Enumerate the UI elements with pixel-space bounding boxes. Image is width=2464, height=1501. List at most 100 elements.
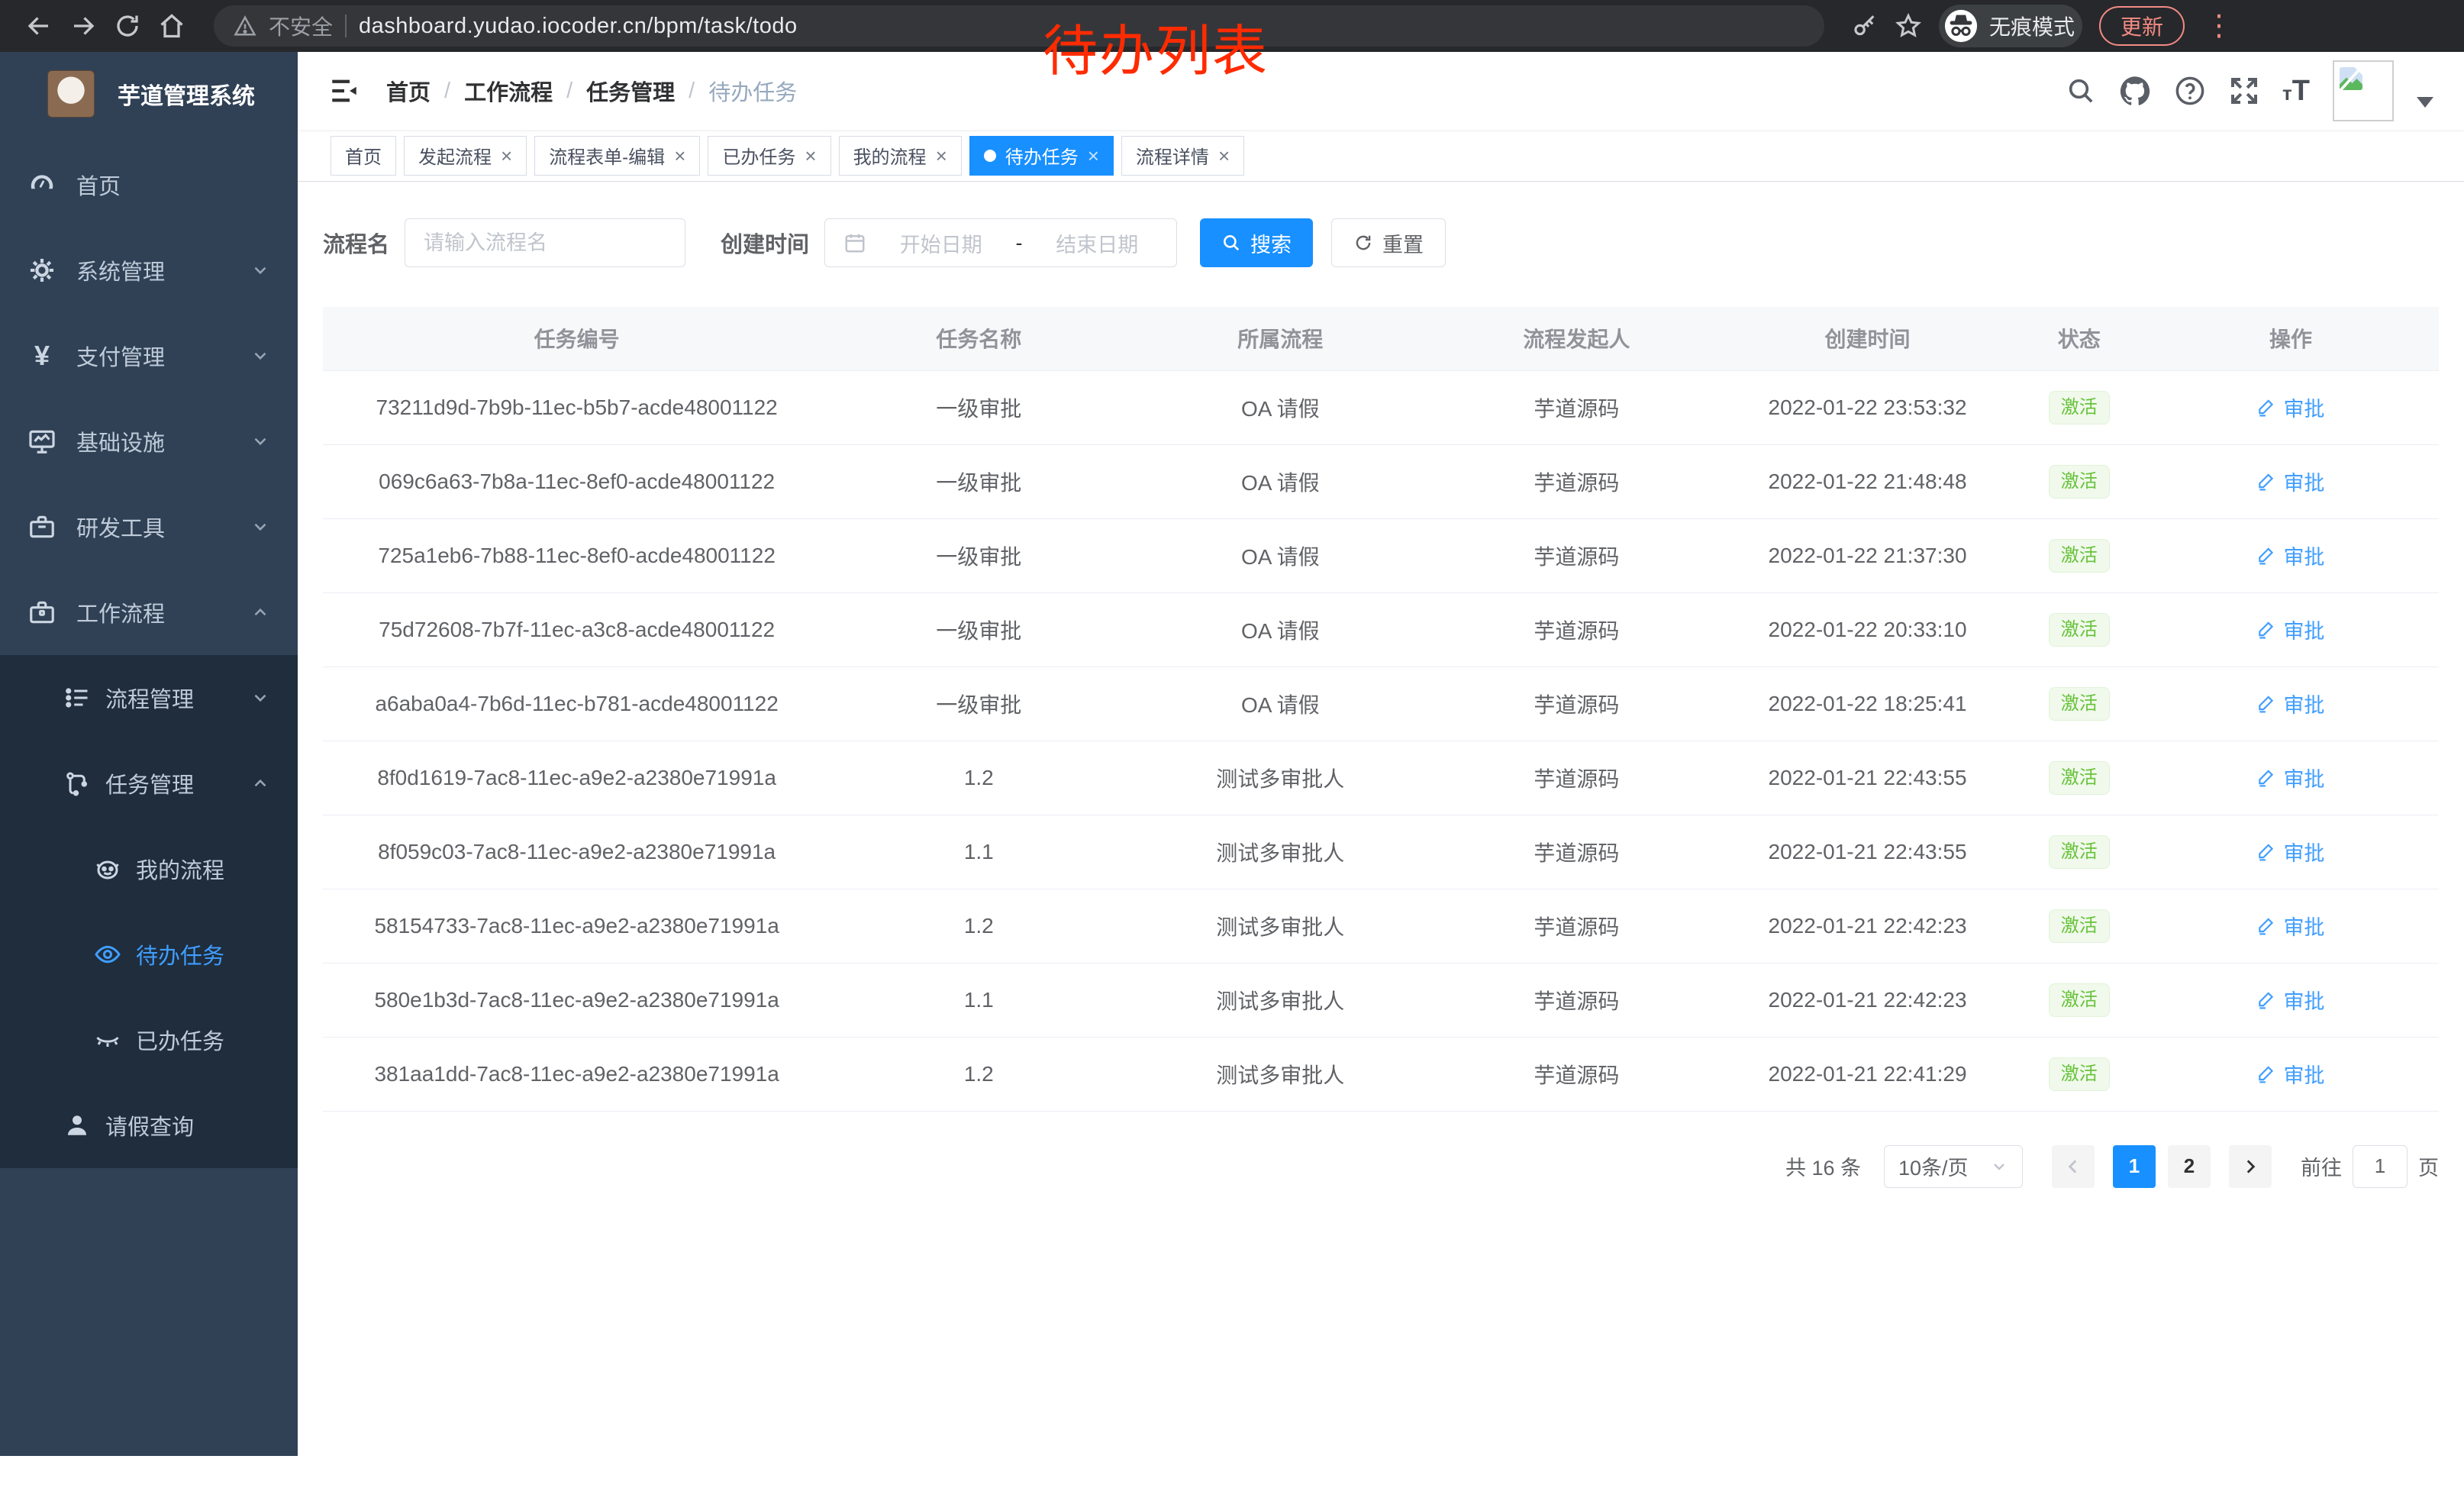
browser-home-icon[interactable] xyxy=(150,4,194,48)
sidebar-item-dev-tools[interactable]: 研发工具 xyxy=(0,484,298,570)
approve-link[interactable]: 审批 xyxy=(2256,615,2324,644)
table-row: 8f059c03-7ac8-11ec-a9e2-a2380e71991a 1.1… xyxy=(323,815,2439,889)
approve-link[interactable]: 审批 xyxy=(2256,1059,2324,1089)
approve-link[interactable]: 审批 xyxy=(2256,763,2324,792)
tab[interactable]: 我的流程 × xyxy=(839,136,962,176)
chevron-up-icon xyxy=(250,773,270,793)
edit-pencil-icon xyxy=(2256,471,2276,491)
tab-label: 已办任务 xyxy=(722,142,795,169)
tab[interactable]: 发起流程 × xyxy=(404,136,527,176)
fullscreen-icon[interactable] xyxy=(2229,76,2259,106)
sidebar-item-workflow[interactable]: 工作流程 xyxy=(0,570,298,655)
column-header: 操作 xyxy=(2143,307,2439,370)
browser-update-button[interactable]: 更新 xyxy=(2099,6,2185,46)
approve-link[interactable]: 审批 xyxy=(2256,837,2324,867)
approve-link[interactable]: 审批 xyxy=(2256,466,2324,496)
sidebar-item-infrastructure[interactable]: 基础设施 xyxy=(0,399,298,484)
cell-status: 激活 xyxy=(2016,963,2143,1037)
approve-link[interactable]: 审批 xyxy=(2256,985,2324,1015)
edit-pencil-icon xyxy=(2256,693,2276,713)
not-secure-warning-icon xyxy=(234,15,256,37)
browser-back-icon[interactable] xyxy=(17,4,61,48)
tab-close-icon[interactable]: × xyxy=(1218,146,1230,166)
sidebar-item-system[interactable]: 系统管理 xyxy=(0,228,298,313)
incognito-label: 无痕模式 xyxy=(1989,11,2075,41)
tab-close-icon[interactable]: × xyxy=(805,146,816,166)
cell-task-name: 一级审批 xyxy=(830,370,1127,444)
sidebar-collapse-icon[interactable] xyxy=(328,75,360,107)
help-icon[interactable] xyxy=(2174,75,2206,107)
tab-label: 流程表单-编辑 xyxy=(549,142,665,169)
cell-starter: 芋道源码 xyxy=(1434,592,1719,667)
github-icon[interactable] xyxy=(2119,75,2151,107)
browser-forward-icon[interactable] xyxy=(61,4,105,48)
sidebar-item-task-mgmt[interactable]: 任务管理 xyxy=(0,741,298,826)
sidebar-item-label: 已办任务 xyxy=(136,1024,270,1056)
logo[interactable]: 芋道管理系统 xyxy=(0,52,298,136)
date-range-picker[interactable]: 开始日期 - 结束日期 xyxy=(824,218,1177,267)
approve-link-label: 审批 xyxy=(2283,985,2324,1015)
breadcrumb-home[interactable]: 首页 xyxy=(386,75,431,107)
tab-close-icon[interactable]: × xyxy=(674,146,685,166)
search-icon[interactable] xyxy=(2066,76,2096,106)
chevron-left-icon xyxy=(2063,1157,2083,1177)
sidebar-item-label: 任务管理 xyxy=(105,767,250,799)
approve-link[interactable]: 审批 xyxy=(2256,541,2324,570)
tab[interactable]: 已办任务 × xyxy=(708,136,830,176)
sidebar-item-leave-query[interactable]: 请假查询 xyxy=(0,1083,298,1168)
approve-link-label: 审批 xyxy=(2283,763,2324,792)
cell-status: 激活 xyxy=(2016,518,2143,592)
eye-closed-icon xyxy=(92,1026,124,1054)
reset-button[interactable]: 重置 xyxy=(1331,218,1446,267)
sidebar-item-process-mgmt[interactable]: 流程管理 xyxy=(0,655,298,741)
approve-link[interactable]: 审批 xyxy=(2256,689,2324,718)
password-key-icon[interactable] xyxy=(1852,13,1878,39)
bookmark-star-icon[interactable] xyxy=(1895,12,1922,40)
search-button[interactable]: 搜索 xyxy=(1200,218,1313,267)
browser-reload-icon[interactable] xyxy=(105,4,150,48)
page-size-select[interactable]: 10条/页 xyxy=(1884,1145,2023,1188)
edit-pencil-icon xyxy=(2256,767,2276,787)
tab-close-icon[interactable]: × xyxy=(936,146,947,166)
status-badge: 激活 xyxy=(2049,465,2110,499)
page-number-button[interactable]: 1 xyxy=(2113,1145,2156,1188)
avatar-caret-icon[interactable] xyxy=(2417,97,2433,108)
page-number-button[interactable]: 2 xyxy=(2168,1145,2211,1188)
column-header: 任务编号 xyxy=(323,307,830,370)
cell-starter: 芋道源码 xyxy=(1434,518,1719,592)
sidebar-item-home[interactable]: 首页 xyxy=(0,142,298,228)
robot-face-icon xyxy=(92,855,124,883)
sidebar-item-label: 工作流程 xyxy=(76,596,250,628)
tab-close-icon[interactable]: × xyxy=(501,146,512,166)
avatar[interactable] xyxy=(2333,60,2394,121)
tab[interactable]: 待办任务 × xyxy=(969,136,1114,176)
page-url[interactable]: dashboard.yudao.iocoder.cn/bpm/task/todo xyxy=(359,14,798,39)
column-header: 任务名称 xyxy=(830,307,1127,370)
sidebar-item-my-process[interactable]: 我的流程 xyxy=(0,826,298,912)
tab[interactable]: 流程表单-编辑 × xyxy=(534,136,700,176)
address-bar[interactable]: 不安全 dashboard.yudao.iocoder.cn/bpm/task/… xyxy=(214,5,1824,47)
sidebar-item-todo-tasks[interactable]: 待办任务 xyxy=(0,912,298,997)
goto-page-input[interactable] xyxy=(2353,1145,2408,1188)
breadcrumb-workflow[interactable]: 工作流程 xyxy=(464,75,553,107)
approve-link-label: 审批 xyxy=(2283,1059,2324,1089)
breadcrumb-task-mgmt[interactable]: 任务管理 xyxy=(586,75,675,107)
prev-page-button[interactable] xyxy=(2052,1145,2095,1188)
breadcrumb: 首页 / 工作流程 / 任务管理 / 待办任务 xyxy=(386,75,797,107)
font-size-icon[interactable]: ᴛT xyxy=(2282,75,2310,108)
tab-label: 流程详情 xyxy=(1136,142,1209,169)
sidebar-item-done-tasks[interactable]: 已办任务 xyxy=(0,997,298,1083)
process-name-label: 流程名 xyxy=(323,227,389,259)
approve-link[interactable]: 审批 xyxy=(2256,392,2324,422)
sidebar-item-label: 首页 xyxy=(76,169,270,201)
next-page-button[interactable] xyxy=(2229,1145,2272,1188)
browser-menu-dots-icon[interactable]: ⋮ xyxy=(2201,11,2237,40)
tab-close-icon[interactable]: × xyxy=(1088,146,1099,166)
tab[interactable]: 流程详情 × xyxy=(1121,136,1244,176)
approve-link[interactable]: 审批 xyxy=(2256,911,2324,941)
range-separator: - xyxy=(1016,231,1023,255)
tab[interactable]: 首页 × xyxy=(331,136,396,176)
process-name-input[interactable] xyxy=(405,218,685,267)
yen-icon: ¥ xyxy=(26,342,58,370)
sidebar-item-payment[interactable]: ¥ 支付管理 xyxy=(0,313,298,399)
